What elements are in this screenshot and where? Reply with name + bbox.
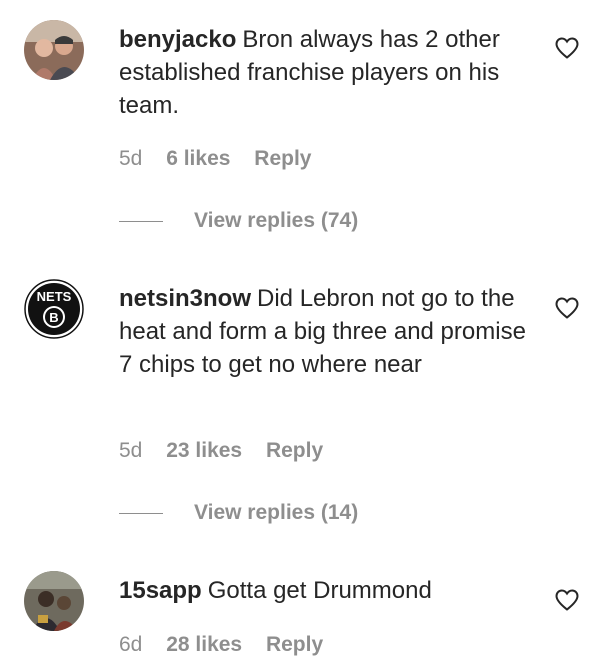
heart-outline-icon[interactable] — [554, 296, 580, 320]
nets-logo-text: NETS — [37, 289, 72, 304]
heart-outline-icon[interactable] — [554, 588, 580, 612]
view-replies-button[interactable]: View replies (14) — [119, 501, 419, 527]
comment-body: netsin3now Did Lebron not go to the heat … — [119, 282, 529, 381]
avatar[interactable] — [24, 571, 84, 631]
user-photo-icon — [24, 20, 84, 80]
comment-meta: 6d 28 likes Reply — [119, 633, 341, 657]
avatar[interactable] — [24, 20, 84, 80]
reply-button[interactable]: Reply — [266, 439, 323, 462]
comment-text: Gotta get Drummond — [207, 577, 432, 604]
view-replies-label: View replies (14) — [194, 501, 359, 524]
avatar[interactable]: NETS B — [24, 279, 84, 339]
user-photo-icon — [24, 571, 84, 631]
view-replies-label: View replies (74) — [194, 209, 359, 232]
view-replies-button[interactable]: View replies (74) — [119, 209, 419, 235]
reply-button[interactable]: Reply — [266, 633, 323, 656]
comment-likes[interactable]: 6 likes — [166, 147, 230, 170]
comment-body: benyjacko Bron always has 2 other establi… — [119, 23, 529, 122]
comment-age: 6d — [119, 633, 143, 656]
comment-username[interactable]: 15sapp — [119, 577, 202, 604]
comment-age: 5d — [119, 439, 143, 462]
comment-likes[interactable]: 23 likes — [166, 439, 242, 462]
comment-meta: 5d 23 likes Reply — [119, 439, 341, 463]
comment-meta: 5d 6 likes Reply — [119, 147, 329, 171]
comment-username[interactable]: benyjacko — [119, 26, 236, 53]
comment-likes[interactable]: 28 likes — [166, 633, 242, 656]
replies-divider — [119, 513, 163, 514]
comment-body: 15sapp Gotta get Drummond — [119, 574, 529, 607]
nets-logo-icon: NETS B — [24, 279, 84, 339]
svg-text:B: B — [49, 310, 58, 325]
replies-divider — [119, 221, 163, 222]
reply-button[interactable]: Reply — [254, 147, 311, 170]
comment-username[interactable]: netsin3now — [119, 285, 251, 312]
comment-age: 5d — [119, 147, 143, 170]
heart-outline-icon[interactable] — [554, 36, 580, 60]
